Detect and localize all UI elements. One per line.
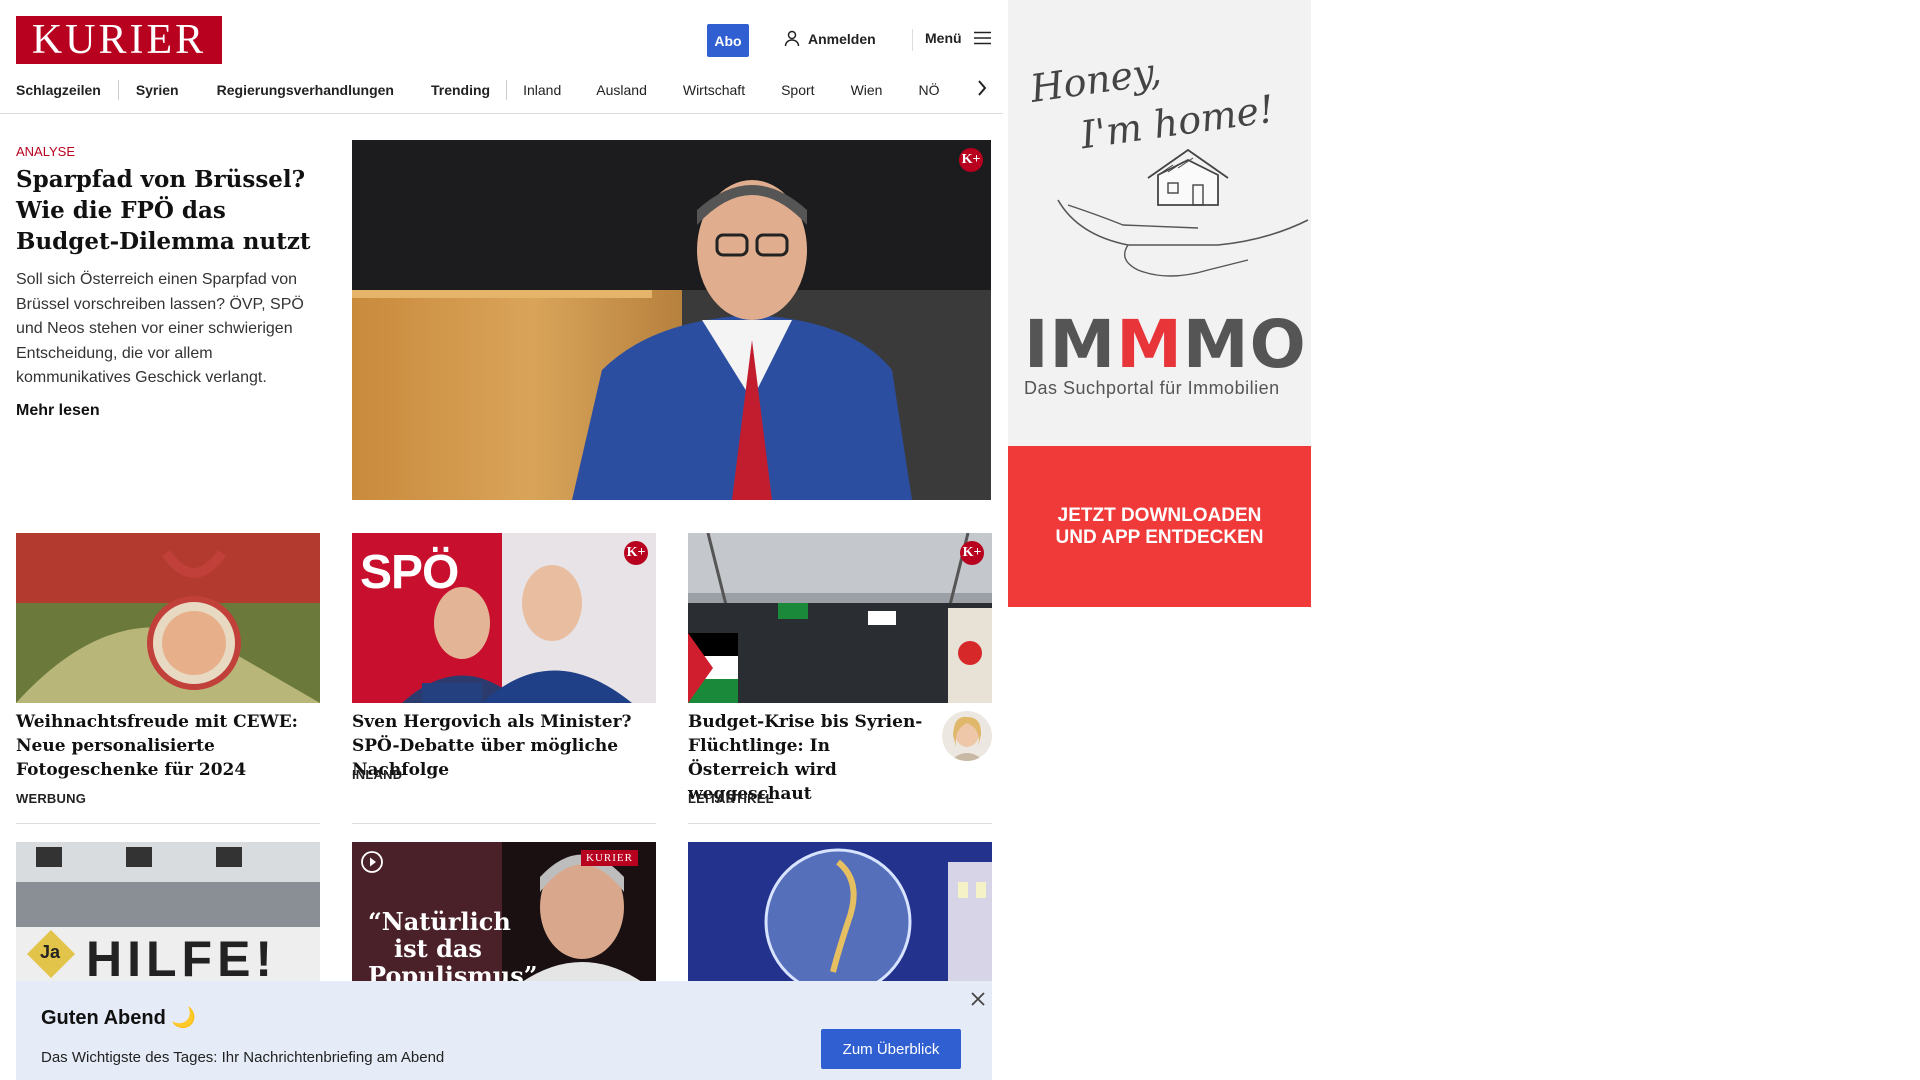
ad-tagline: Das Suchportal für Immobilien — [1024, 378, 1280, 398]
kplus-badge: K+ — [960, 541, 984, 565]
card-category-leitartikel: LEITARTIKEL — [688, 791, 774, 806]
protest-sign-text: HILFE! — [86, 931, 278, 982]
hero-photo — [352, 140, 991, 500]
nav-item-wirtschaft[interactable]: Wirtschaft — [683, 82, 745, 98]
snowglobe-photo — [688, 842, 992, 982]
kplus-badge: K+ — [959, 148, 983, 172]
login-button[interactable]: Anmelden — [784, 30, 876, 47]
nav-item-noe[interactable]: NÖ — [918, 82, 939, 98]
header-divider — [912, 29, 913, 51]
ad-download-cta[interactable]: JETZT DOWNLOADEN UND APP ENTDECKEN — [1008, 446, 1311, 607]
author-photo — [942, 711, 992, 761]
hero-headline[interactable]: Sparpfad von Brüssel? Wie die FPÖ das Bu… — [16, 164, 326, 257]
card-image-demonstration[interactable]: K+ — [688, 533, 992, 703]
abo-button[interactable]: Abo — [707, 24, 749, 57]
close-icon — [971, 992, 985, 1006]
overview-button[interactable]: Zum Überblick — [821, 1029, 961, 1069]
card-category-inland: INLAND — [352, 767, 403, 782]
nav-divider — [506, 80, 508, 100]
immmo-logo: IMMMO — [1024, 306, 1307, 383]
nav-divider — [117, 80, 119, 100]
hero-image[interactable]: K+ — [352, 140, 991, 500]
kplus-badge: K+ — [624, 541, 648, 565]
menu-label: Menü — [925, 30, 962, 46]
card-image-interview-video[interactable]: KURIER “Natürlich ist das Populismus” — [352, 842, 656, 982]
author-avatar[interactable] — [942, 711, 992, 761]
login-label: Anmelden — [808, 30, 876, 47]
card-category-cewe: WERBUNG — [16, 791, 87, 806]
card-title-cewe[interactable]: Weihnachtsfreude mit CEWE: Neue personal… — [16, 710, 320, 782]
spoe-image-text: SPÖ — [360, 546, 459, 599]
kurier-logo[interactable]: KURIER — [16, 16, 222, 64]
nav-item-inland[interactable]: Inland — [523, 82, 561, 98]
immmo-advertisement[interactable]: Honey, I'm home! IMMMO Das Suchportal fü… — [1008, 0, 1311, 607]
play-video-icon[interactable] — [360, 850, 384, 874]
video-quote: “Natürlich ist das Populismus” — [368, 907, 538, 982]
nav-item-schlagzeilen[interactable]: Schlagzeilen — [16, 82, 101, 98]
nav-item-regierungsverhandlungen[interactable]: Regierungsverhandlungen — [217, 82, 394, 98]
user-icon — [784, 30, 800, 47]
card-divider — [352, 823, 656, 824]
kurier-site: KURIER Abo Anmelden Menü Schlagzeilen Sy… — [0, 0, 1003, 1080]
nav-item-wien[interactable]: Wien — [851, 82, 883, 98]
briefing-title: Guten Abend 🌙 — [41, 1007, 197, 1029]
nav-item-syrien[interactable]: Syrien — [136, 82, 179, 98]
nav-item-sport[interactable]: Sport — [781, 82, 814, 98]
card-image-cewe[interactable] — [16, 533, 320, 703]
chevron-right-icon — [978, 80, 987, 96]
ad-cta-line-1: JETZT DOWNLOADEN — [1057, 504, 1262, 526]
hero-kicker: ANALYSE — [16, 144, 76, 159]
card-image-spoe[interactable]: SPÖ K+ — [352, 533, 656, 703]
close-briefing-button[interactable] — [968, 989, 988, 1009]
card-image-protest[interactable]: Ja HILFE! — [16, 842, 320, 982]
ad-cta-line-2: UND APP ENTDECKEN — [1055, 526, 1264, 548]
card-divider — [688, 823, 992, 824]
protest-sign-badge: Ja — [40, 942, 61, 962]
card-divider — [16, 823, 320, 824]
card-image-snowglobe[interactable] — [688, 842, 992, 982]
menu-button[interactable]: Menü — [925, 30, 991, 46]
video-brand-badge: KURIER — [581, 850, 638, 866]
hero-teaser: Soll sich Österreich einen Sparpfad von … — [16, 271, 304, 386]
nav-scroll-right-button[interactable] — [972, 76, 992, 100]
main-nav: Schlagzeilen Syrien Regierungsverhandlun… — [16, 78, 1001, 102]
nav-item-trending[interactable]: Trending — [431, 82, 490, 98]
demonstration-photo — [688, 533, 992, 703]
hamburger-icon — [973, 31, 991, 45]
read-more-link[interactable]: Mehr lesen — [16, 402, 100, 420]
cewe-photo — [16, 533, 320, 703]
immmo-illustration — [1057, 148, 1309, 277]
evening-briefing-banner: Guten Abend 🌙 Das Wichtigste des Tages: … — [16, 981, 992, 1080]
nav-item-ausland[interactable]: Ausland — [596, 82, 647, 98]
header-divider-line — [0, 113, 1003, 114]
briefing-text: Das Wichtigste des Tages: Ihr Nachrichte… — [41, 1049, 445, 1066]
